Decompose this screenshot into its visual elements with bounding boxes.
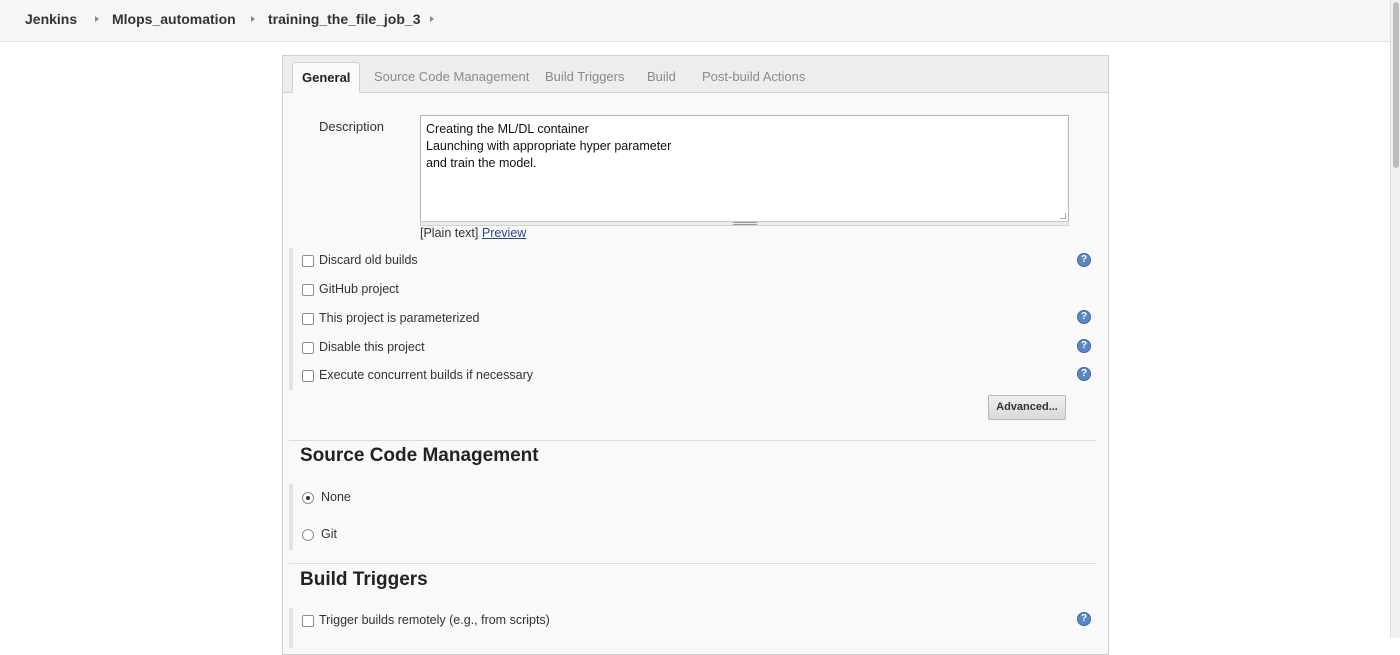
help-icon[interactable]: ? <box>1077 612 1091 626</box>
config-tabbar: General Source Code Management Build Tri… <box>283 56 1108 93</box>
advanced-button[interactable]: Advanced... <box>988 395 1066 420</box>
description-textarea[interactable]: Creating the ML/DL container Launching wi… <box>420 115 1069 222</box>
tab-build[interactable]: Build <box>647 69 676 84</box>
chevron-right-icon[interactable] <box>251 16 255 22</box>
description-line: Creating the ML/DL container <box>426 122 589 136</box>
grip-icon <box>733 222 757 225</box>
discard-old-builds-checkbox[interactable] <box>302 255 314 267</box>
build-triggers-section-title: Build Triggers <box>300 569 428 590</box>
help-icon[interactable]: ? <box>1077 367 1091 381</box>
description-line: Launching with appropriate hyper paramet… <box>426 139 672 153</box>
parameterized-checkbox[interactable] <box>302 313 314 325</box>
divider <box>289 563 1096 564</box>
help-icon[interactable]: ? <box>1077 253 1091 267</box>
breadcrumb-jenkins[interactable]: Jenkins <box>25 11 77 27</box>
divider <box>289 440 1096 441</box>
option-label: Discard old builds <box>319 253 418 267</box>
concurrent-builds-checkbox[interactable] <box>302 370 314 382</box>
description-label: Description <box>319 119 385 134</box>
radio-label: None <box>321 490 351 504</box>
help-icon[interactable]: ? <box>1077 310 1091 324</box>
option-label: Trigger builds remotely (e.g., from scri… <box>319 613 550 627</box>
chevron-right-icon[interactable] <box>95 16 99 22</box>
section-stripe <box>289 608 293 648</box>
description-line: and train the model. <box>426 156 537 170</box>
scm-section-title: Source Code Management <box>300 445 539 466</box>
job-config-panel: General Source Code Management Build Tri… <box>282 55 1109 655</box>
option-label: GitHub project <box>319 282 399 296</box>
github-project-checkbox[interactable] <box>302 284 314 296</box>
scm-none-radio[interactable] <box>302 492 314 504</box>
resize-corner-icon[interactable] <box>1060 213 1066 219</box>
breadcrumb-folder[interactable]: Mlops_automation <box>112 11 236 27</box>
trigger-remotely-checkbox[interactable] <box>302 615 314 627</box>
option-label: Disable this project <box>319 340 425 354</box>
scm-git-radio[interactable] <box>302 529 314 541</box>
radio-label: Git <box>321 527 337 541</box>
page-scrollbar[interactable] <box>1390 0 1400 638</box>
tab-general[interactable]: General <box>292 62 361 93</box>
disable-project-checkbox[interactable] <box>302 342 314 354</box>
tab-post-build-actions[interactable]: Post-build Actions <box>702 69 805 84</box>
preview-link[interactable]: Preview <box>482 226 526 240</box>
section-stripe <box>289 248 293 390</box>
breadcrumb: Jenkins Mlops_automation training_the_fi… <box>0 0 1390 42</box>
plain-text-label: [Plain text] <box>420 226 479 240</box>
description-format: [Plain text] Preview <box>420 226 526 240</box>
breadcrumb-job[interactable]: training_the_file_job_3 <box>268 11 420 27</box>
chevron-right-icon[interactable] <box>430 16 434 22</box>
scrollbar-thumb[interactable] <box>1393 2 1399 168</box>
tab-build-triggers[interactable]: Build Triggers <box>545 69 624 84</box>
option-label: This project is parameterized <box>319 311 480 325</box>
tab-source-code-management[interactable]: Source Code Management <box>374 69 529 84</box>
section-stripe <box>289 484 293 550</box>
option-label: Execute concurrent builds if necessary <box>319 368 533 382</box>
help-icon[interactable]: ? <box>1077 339 1091 353</box>
